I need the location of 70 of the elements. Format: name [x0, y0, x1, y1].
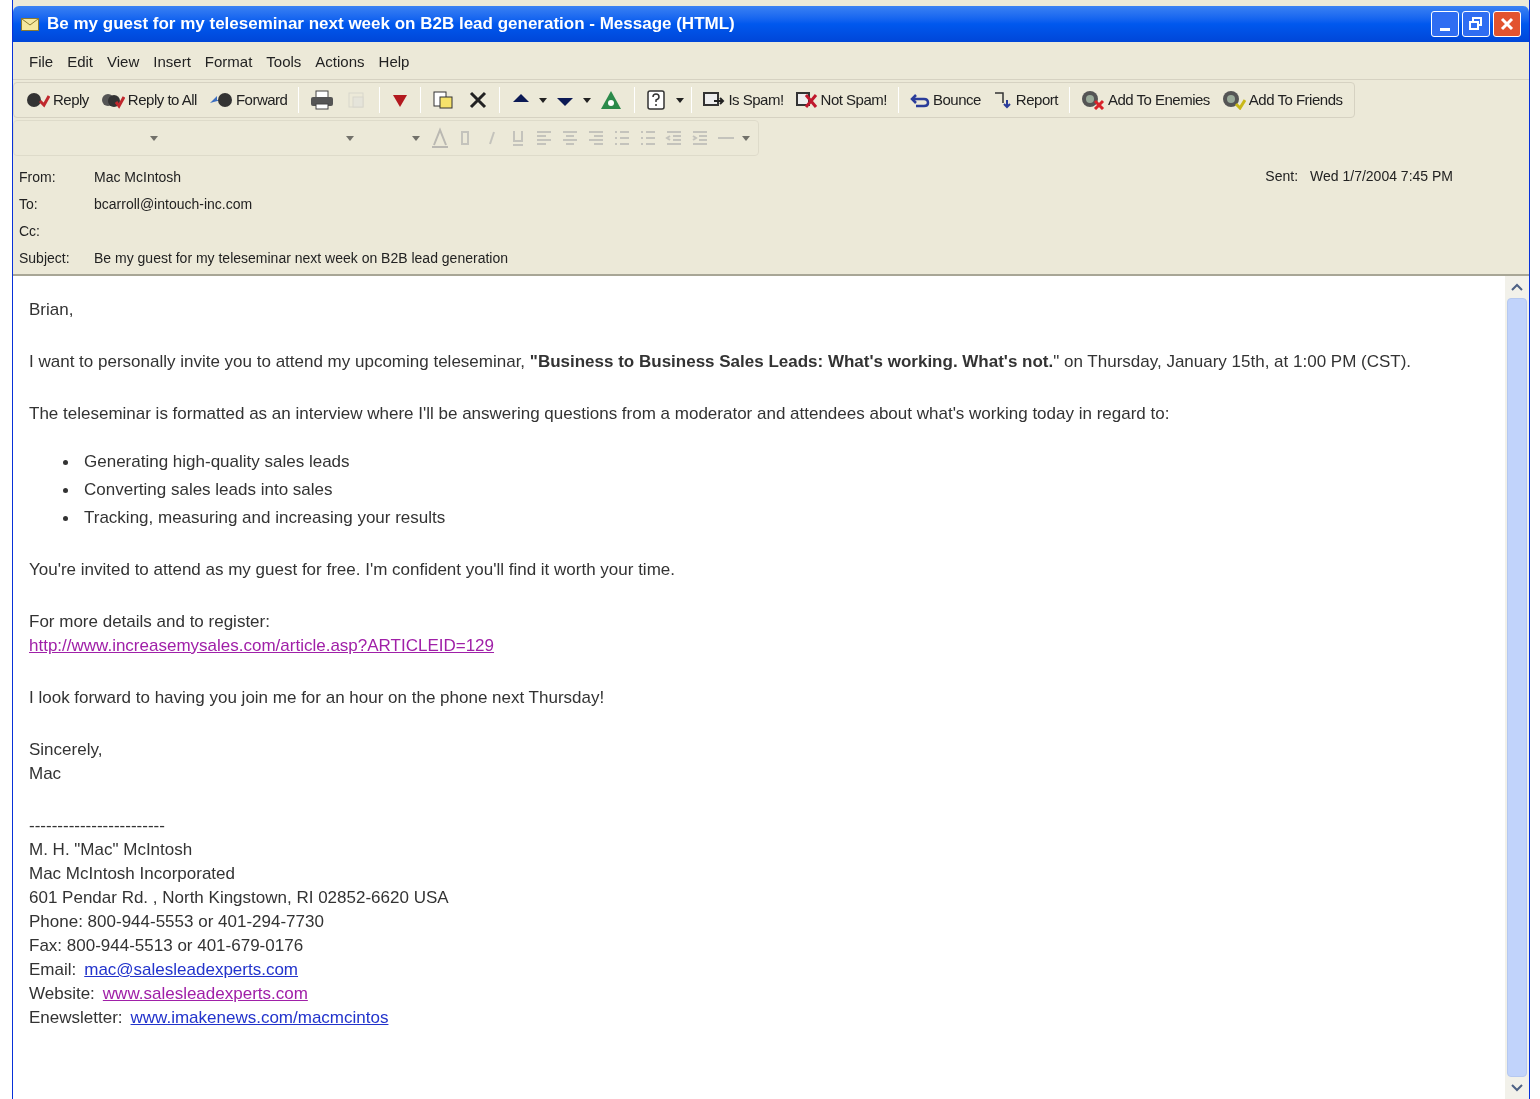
- bounce-icon: [910, 92, 930, 108]
- restore-button[interactable]: [1462, 11, 1490, 37]
- paragraph: I look forward to having you join me for an hour on the phone next Thursday!: [29, 687, 606, 709]
- header-label: From:: [19, 168, 57, 187]
- text-line: Mac: [29, 763, 62, 785]
- text-line: Enewsletter:: [29, 1007, 123, 1029]
- header-label: Subject:: [19, 249, 71, 268]
- toolbar-button[interactable]: Is Spam!: [699, 85, 788, 115]
- list-item: Converting sales leads into sales: [84, 479, 333, 501]
- menu-item[interactable]: Tools: [266, 51, 302, 74]
- menu-item[interactable]: Help: [378, 51, 410, 74]
- text-line: Mac McIntosh Incorporated: [29, 863, 235, 885]
- envelope-icon: [21, 17, 39, 31]
- sent-label: Sent:: [1265, 167, 1299, 186]
- list-item: Generating high-quality sales leads: [84, 451, 350, 473]
- text-line: 601 Pendar Rd. , North Kingstown, RI 02852-6620 USA: [29, 887, 449, 909]
- text-line: Email:: [29, 959, 77, 981]
- scroll-down-icon[interactable]: [1511, 1084, 1523, 1092]
- toolbar-button[interactable]: Not Spam!: [791, 85, 891, 115]
- toolbar-button[interactable]: Bounce: [906, 85, 985, 115]
- minimize-icon: [1440, 28, 1450, 31]
- printer-icon: [310, 90, 335, 110]
- link[interactable]: http://www.increasemysales.com/article.asp?ARTICLEID=129: [29, 634, 495, 658]
- scroll-up-icon[interactable]: [1511, 283, 1523, 291]
- scrollbar[interactable]: [1505, 276, 1529, 1099]
- toolbar-button[interactable]: Reply: [22, 85, 93, 115]
- paragraph: The teleseminar is formatted as an interview where I'll be answering questions from a moderator and attendees about what's working today in regard to:: [29, 403, 1171, 425]
- menu-item[interactable]: Actions: [315, 51, 365, 74]
- dropdown-arrow-icon[interactable]: [583, 97, 592, 103]
- close-icon: [1500, 17, 1514, 31]
- toolbar-button[interactable]: Reply to All: [96, 85, 201, 115]
- toolbar-button[interactable]: Add To Enemies: [1076, 85, 1214, 115]
- menu-item[interactable]: Edit: [67, 51, 94, 74]
- delete-icon: [468, 90, 489, 110]
- bullet-icon: [63, 459, 68, 465]
- dropdown-arrow-icon[interactable]: [676, 97, 685, 103]
- header-value: bcarroll@intouch-inc.com: [94, 195, 253, 214]
- link[interactable]: www.salesleadexperts.com: [102, 982, 308, 1006]
- restore-icon: [1469, 17, 1483, 31]
- link[interactable]: mac@salesleadexperts.com: [84, 958, 299, 982]
- text-line: M. H. "Mac" McIntosh: [29, 839, 193, 861]
- dropdown-arrow-icon[interactable]: [539, 97, 548, 103]
- text-line: ------------------------: [29, 815, 165, 837]
- header-value: Be my guest for my teleseminar next week on B2B lead generation: [94, 249, 508, 268]
- text-line: For more details and to register:: [29, 611, 270, 633]
- bullet-icon: [63, 487, 68, 493]
- menu-item[interactable]: File: [29, 51, 54, 74]
- paragraph: You're invited to attend as my guest for free. I'm confident you'll find it worth your time.: [29, 559, 676, 581]
- paragraph: Brian,: [29, 299, 75, 321]
- paragraph: I want to personally invite you to attend my upcoming teleseminar, "Business to Business Sales Leads: What's working. What's not." on Thursday, January 15th, at 1:00 PM (CST).: [29, 351, 1413, 373]
- sent-value: Wed 1/7/2004 7:45 PM: [1310, 167, 1453, 186]
- toolbar-button[interactable]: Report: [988, 85, 1062, 115]
- text-line: Fax: 800-944-5513 or 401-679-0176: [29, 935, 304, 957]
- toolbar-button[interactable]: Add To Friends: [1217, 85, 1347, 115]
- menu-item[interactable]: Format: [204, 51, 253, 74]
- header-label: To:: [19, 195, 39, 214]
- text-line: Phone: 800-944-5553 or 401-294-7730: [29, 911, 324, 933]
- toolbar-button[interactable]: Forward: [204, 85, 292, 115]
- menu-item[interactable]: Insert: [153, 51, 191, 74]
- minimize-button[interactable]: [1431, 11, 1459, 37]
- window-title: Be my guest for my teleseminar next week on B2B lead generation - Message (HTML): [47, 13, 735, 36]
- text-line: Sincerely,: [29, 739, 103, 761]
- text-line: Website:: [29, 983, 95, 1005]
- menu-item[interactable]: View: [107, 51, 140, 74]
- link[interactable]: www.imakenews.com/macmcintos: [130, 1006, 389, 1030]
- list-item: Tracking, measuring and increasing your results: [84, 507, 446, 529]
- close-button[interactable]: [1493, 11, 1521, 37]
- header-value: Mac McIntosh: [94, 168, 182, 187]
- header-label: Cc:: [19, 222, 41, 241]
- bullet-icon: [63, 515, 68, 521]
